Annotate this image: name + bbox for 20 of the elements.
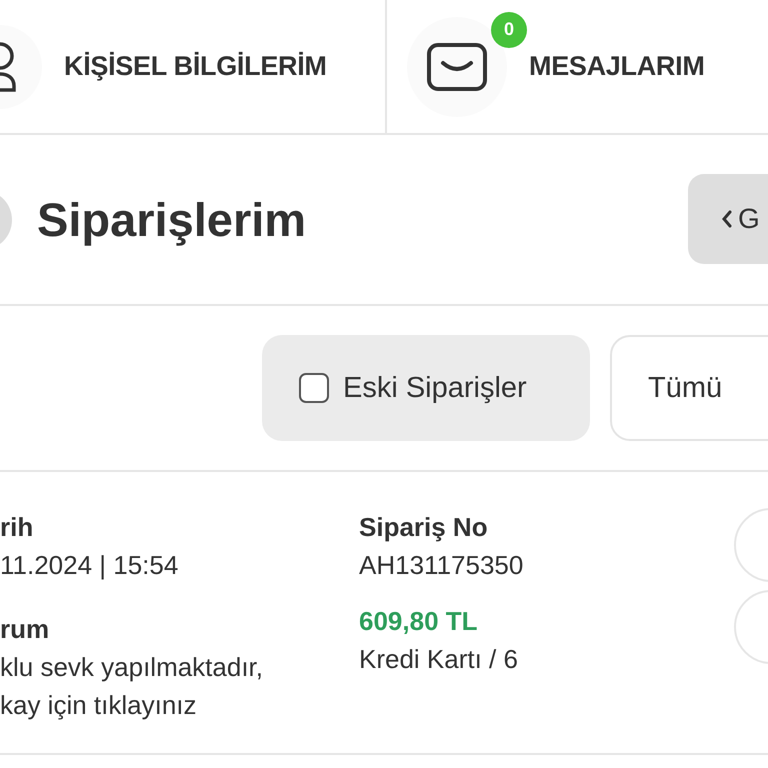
payment-method: Kredi Kartı / 6 — [359, 643, 519, 676]
date-label: rih — [0, 511, 34, 544]
order-number: AH131175350 — [359, 549, 524, 582]
person-icon — [0, 42, 16, 92]
envelope-icon — [427, 42, 487, 90]
page-title: Siparişlerim — [37, 192, 308, 247]
status-text[interactable]: klu sevk yapılmaktadır, — [0, 648, 359, 686]
order-date: 11.2024 | 15:54 — [0, 549, 180, 582]
status-label: rum — [0, 613, 50, 646]
message-count-badge: 0 — [491, 12, 527, 48]
nav-link[interactable]: MESAJLARIM — [529, 51, 705, 82]
status-text[interactable]: kay için tıklayınız — [0, 686, 359, 724]
chevron-left-icon — [722, 210, 732, 228]
back-button[interactable]: G — [688, 174, 768, 264]
filter-toggle[interactable]: Eski Siparişler — [262, 335, 590, 441]
order-total: 609,80 TL — [359, 605, 479, 638]
filter-select[interactable]: Tümü — [610, 335, 768, 441]
nav-link[interactable]: KİŞİSEL BİLGİLERİM — [64, 51, 327, 82]
order-number-label: Sipariş No — [359, 511, 489, 544]
checkbox[interactable] — [299, 373, 329, 403]
